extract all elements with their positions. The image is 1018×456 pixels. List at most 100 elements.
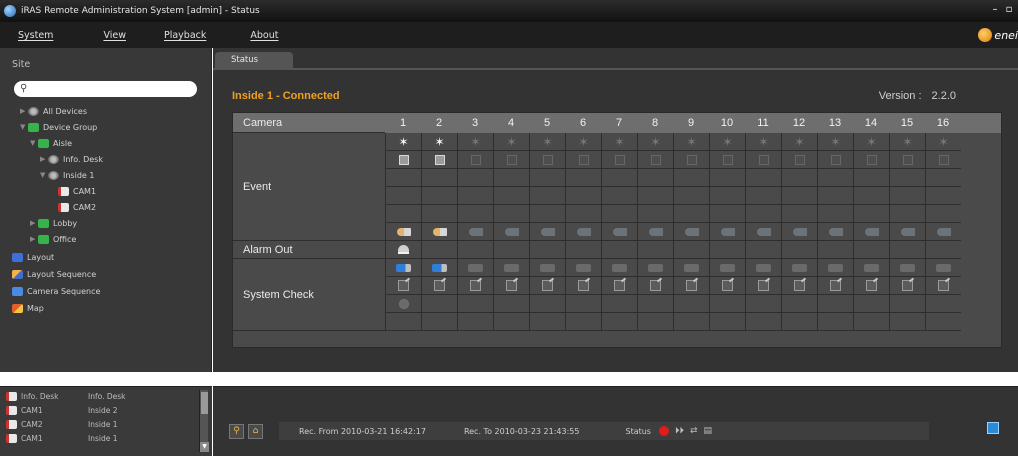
tree-item-office[interactable]: ▶ Office: [30, 233, 76, 245]
motion-icon: ✶: [830, 134, 841, 149]
status-cell: [457, 313, 493, 331]
alarm-button[interactable]: ⌂: [248, 423, 263, 439]
status-cell: [853, 187, 889, 205]
system-check-icon: [866, 280, 877, 291]
status-cell: [853, 223, 889, 241]
tree-item-layout-sequence[interactable]: Layout Sequence: [12, 268, 96, 280]
video-loss-icon: [396, 227, 411, 236]
menu-view[interactable]: View: [103, 30, 126, 41]
status-cell: [745, 277, 781, 295]
menu-about[interactable]: About: [250, 30, 278, 41]
status-cell: [817, 259, 853, 277]
menu-playback[interactable]: Playback: [164, 30, 206, 41]
status-cell: [457, 151, 493, 169]
scroll-down-icon[interactable]: ▼: [200, 442, 209, 452]
column-header: 9: [687, 117, 695, 129]
search-input[interactable]: ⚲: [14, 81, 197, 97]
pin-button[interactable]: ⚲: [229, 423, 244, 439]
status-cell: ✶: [385, 133, 421, 151]
tree-item-cam1[interactable]: CAM1: [58, 185, 96, 197]
window-title: iRAS Remote Administration System [admin…: [21, 6, 260, 16]
system-check-label: System Check: [233, 259, 385, 331]
fullscreen-icon[interactable]: [987, 422, 999, 434]
maximize-icon[interactable]: ▫: [1004, 4, 1014, 16]
layout-icon: [12, 252, 23, 262]
motion-icon: ✶: [506, 134, 517, 149]
status-cell: [925, 187, 961, 205]
status-cell: [817, 151, 853, 169]
tree-item-label: Map: [27, 303, 44, 313]
system-check-icon: [686, 280, 697, 291]
list-item[interactable]: Info. Desk Info. Desk: [0, 391, 196, 401]
scrollbar-thumb[interactable]: [201, 392, 208, 414]
expand-arrow-icon[interactable]: ▶: [30, 235, 38, 243]
recording-check-icon: [756, 263, 771, 272]
scrollbar[interactable]: ▼: [199, 390, 209, 452]
status-cell: [673, 151, 709, 169]
tree-item-all-devices[interactable]: ▶ All Devices: [20, 105, 87, 117]
tree-item-cam2[interactable]: CAM2: [58, 201, 96, 213]
status-label: Status: [625, 426, 651, 436]
expand-arrow-icon[interactable]: ▶: [20, 107, 28, 115]
list-item[interactable]: CAM2 Inside 1: [0, 419, 196, 429]
status-cell: [673, 187, 709, 205]
tree-item-camera-sequence[interactable]: Camera Sequence: [12, 285, 100, 297]
tree-item-inside-1[interactable]: ▼ Inside 1: [40, 169, 94, 181]
status-cell: [565, 241, 601, 259]
status-cell: [493, 277, 529, 295]
motion-icon: ✶: [398, 134, 409, 149]
tree-item-aisle[interactable]: ▼ Aisle: [30, 137, 72, 149]
status-cell: [529, 169, 565, 187]
collapse-arrow-icon[interactable]: ▼: [20, 123, 28, 131]
tree-item-label: Inside 1: [63, 170, 95, 180]
tree-item-device-group[interactable]: ▼ Device Group: [20, 121, 97, 133]
minimize-icon[interactable]: –: [990, 4, 1000, 16]
collapse-arrow-icon[interactable]: ▼: [40, 171, 48, 179]
app-icon: [4, 5, 16, 17]
system-check-icon: [938, 280, 949, 291]
menu-system[interactable]: System: [18, 30, 53, 41]
video-loss-icon: [648, 227, 663, 236]
tab-status[interactable]: Status: [215, 52, 293, 68]
status-cell: [889, 241, 925, 259]
tree-item-layout[interactable]: Layout: [12, 251, 54, 263]
list-item[interactable]: CAM1 Inside 2: [0, 405, 196, 415]
list-item[interactable]: CAM1 Inside 1: [0, 433, 196, 443]
status-cell: [745, 205, 781, 223]
brand-text: enei: [994, 28, 1018, 42]
tree-item-label: Device Group: [43, 122, 98, 132]
status-cell: [637, 223, 673, 241]
tree-item-lobby[interactable]: ▶ Lobby: [30, 217, 77, 229]
expand-arrow-icon[interactable]: ▶: [30, 219, 38, 227]
sidebar: Site ⚲ ▶ All Devices ▼ Device Group ▼ Aisle…: [0, 48, 212, 372]
status-cell: [853, 313, 889, 331]
status-panel: Inside 1 - Connected Version : 2.2.0 Came…: [232, 86, 1002, 348]
collapse-arrow-icon[interactable]: ▼: [30, 139, 38, 147]
status-cell: [673, 169, 709, 187]
video-loss-icon: [468, 227, 483, 236]
status-cell: [421, 241, 457, 259]
status-cell: [385, 241, 421, 259]
status-cell: [817, 313, 853, 331]
list-item-camera: CAM1: [21, 433, 43, 443]
status-cell: [385, 169, 421, 187]
status-cell: [385, 295, 421, 313]
list-item-device: Inside 1: [88, 419, 118, 429]
video-loss-icon: [576, 227, 591, 236]
status-grid: Camera 1 2 3 4 5 6 7 8 9 10 11 12 13 14 15 16 Event Ala…: [232, 112, 1002, 348]
status-cell: [889, 295, 925, 313]
status-cell: [781, 277, 817, 295]
group-icon: [38, 234, 49, 244]
video-loss-icon: [504, 227, 519, 236]
tree-item-map[interactable]: Map: [12, 302, 44, 314]
recording-check-icon: [576, 263, 591, 272]
status-cell: [745, 187, 781, 205]
expand-arrow-icon[interactable]: ▶: [40, 155, 48, 163]
system-check-icon: [578, 280, 589, 291]
status-bar: ⚲ ⌂ Rec. From 2010-03-21 16:42:17 Rec. T…: [229, 422, 1009, 440]
tree-item-label: Info. Desk: [63, 154, 103, 164]
status-cell: [853, 241, 889, 259]
status-cell: ✶: [889, 133, 925, 151]
tree-item-info-desk[interactable]: ▶ Info. Desk: [40, 153, 103, 165]
motion-icon: ✶: [542, 134, 553, 149]
